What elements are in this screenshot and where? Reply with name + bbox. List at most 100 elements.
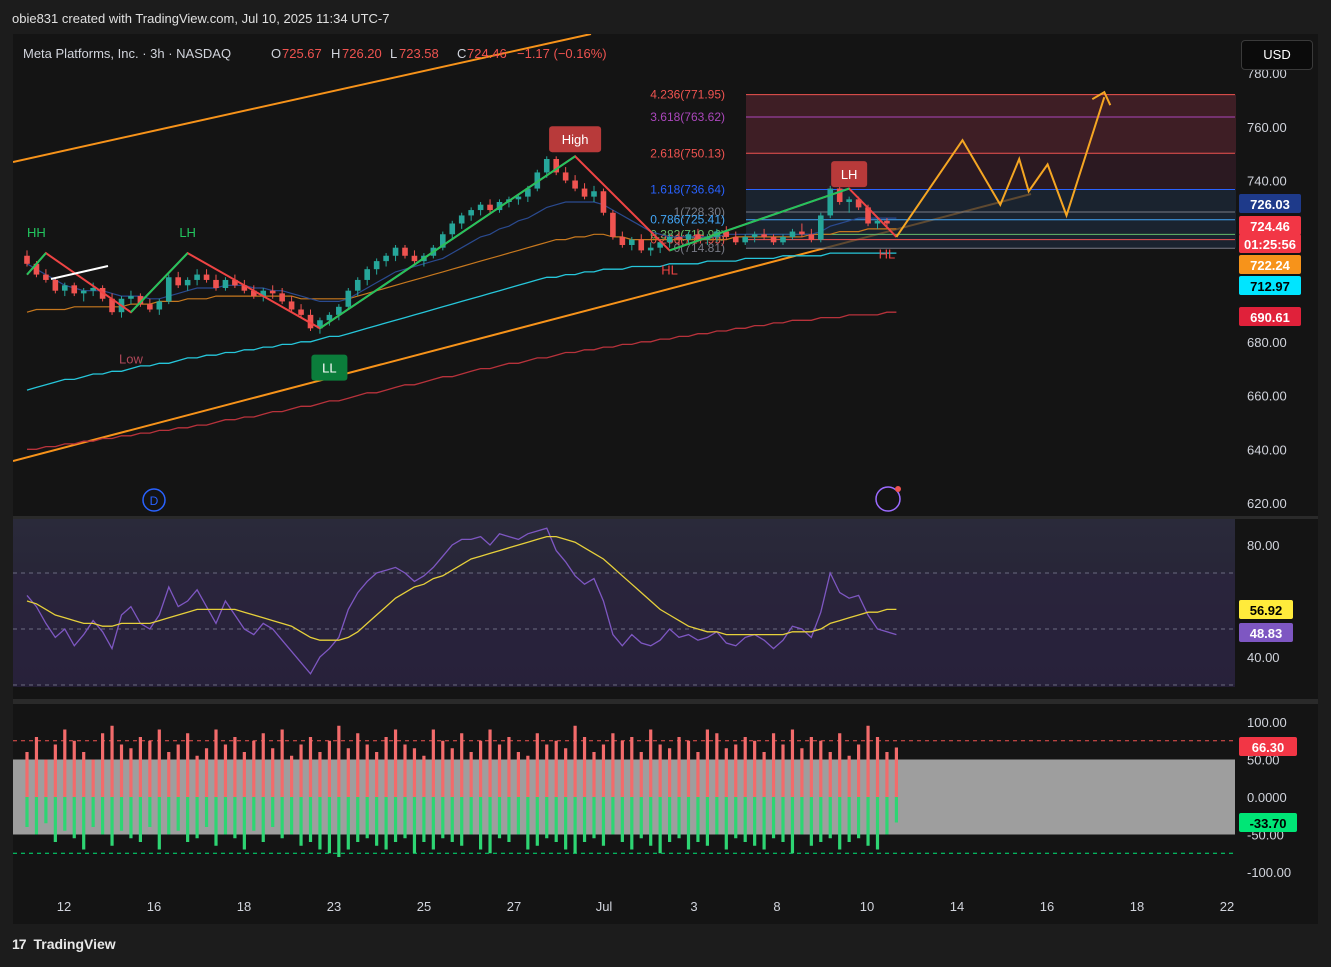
osc-bar-positive (639, 752, 643, 797)
candle-body (71, 285, 78, 294)
osc-bar-positive (44, 759, 48, 797)
osc-bar-positive (101, 733, 105, 797)
legend-c-label: C (457, 46, 466, 61)
time-tick-label: 18 (1130, 899, 1144, 914)
osc-bar-positive (261, 733, 265, 797)
legend: Meta Platforms, Inc. · 3h · NASDAQ O 725… (23, 46, 607, 61)
osc-bar-positive (724, 748, 728, 797)
price-pane[interactable]: 4.236(771.95) 3.618(763.62) 2.618(750.13) 1… (12, 33, 1236, 516)
osc-bar-positive (337, 725, 341, 797)
rsi-pane[interactable] (13, 519, 1235, 687)
candle-body (581, 188, 588, 197)
osc-bar-negative (734, 797, 738, 839)
candle-body (685, 234, 692, 240)
time-tick-label: 10 (860, 899, 874, 914)
osc-bar-positive (582, 737, 587, 797)
osc-bar-positive (564, 748, 568, 797)
osc-bar-positive (422, 755, 426, 797)
osc-bar-positive (356, 733, 360, 797)
osc-bar-positive (157, 729, 161, 797)
candle-body (269, 290, 276, 294)
osc-bar-negative (195, 797, 199, 839)
currency-button[interactable]: USD (1241, 40, 1313, 70)
osc-bar-positive (601, 744, 606, 797)
osc-bar-negative (167, 797, 171, 835)
legend-l-label: L (390, 46, 397, 61)
candle-body (354, 279, 361, 291)
osc-bar-negative (885, 797, 889, 835)
candle-body (175, 277, 181, 286)
osc-bar-negative (875, 797, 880, 850)
candle-body (298, 309, 304, 315)
osc-bar-negative (573, 797, 577, 854)
candle-body (742, 236, 748, 243)
candle-body (818, 215, 824, 240)
osc-bar-positive (412, 748, 417, 797)
osc-bar-positive (866, 725, 870, 797)
rsi-badge-label: 56.92 (1250, 603, 1283, 618)
osc-bar-positive (290, 755, 294, 797)
candle-body (62, 285, 68, 291)
chart-panel[interactable]: 4.236(771.95) 3.618(763.62) 2.618(750.13) 1… (12, 33, 1318, 924)
time-tick-label: 8 (773, 899, 780, 914)
osc-bar-negative (894, 797, 898, 823)
osc-bar-positive (838, 733, 842, 797)
swing-label: Low (119, 351, 143, 366)
price-tick-label: 740.00 (1247, 174, 1287, 189)
price-badge-label: 724.46 (1250, 219, 1290, 234)
osc-bar-positive (176, 744, 180, 797)
osc-bar-negative (403, 797, 407, 839)
candle-body (458, 215, 465, 224)
fib-level-label: 0.786(725.41) (650, 213, 725, 227)
osc-bar-positive (554, 740, 558, 797)
osc-bar-positive (214, 729, 218, 797)
rsi-tick-label: 80.00 (1247, 538, 1280, 553)
osc-bar-negative (252, 797, 256, 831)
osc-bar-positive (91, 759, 95, 797)
price-tick-label: 620.00 (1247, 496, 1287, 511)
osc-bar-negative (857, 797, 861, 839)
candle-body (884, 220, 890, 224)
osc-bar-negative (327, 797, 331, 854)
separator-2 (13, 699, 1318, 704)
candle-body (874, 220, 881, 224)
osc-bar-negative (299, 797, 303, 846)
candle-body (676, 236, 682, 240)
osc-bar-positive (318, 752, 322, 797)
osc-bar-negative (488, 797, 492, 854)
legend-open: 725.67 (282, 46, 322, 61)
osc-bar-positive (308, 737, 313, 797)
candle-body (770, 236, 777, 243)
candle-body (222, 279, 229, 288)
candle-body (373, 261, 380, 270)
osc-bar-negative (762, 797, 766, 850)
osc-bar-negative (431, 797, 435, 850)
price-badge-label: 726.03 (1250, 197, 1290, 212)
candle-body (156, 301, 163, 310)
chart-svg[interactable]: 4.236(771.95) 3.618(763.62) 2.618(750.13) 1… (12, 33, 1318, 924)
osc-bar-negative (866, 797, 870, 846)
osc-bar-positive (592, 752, 596, 797)
osc-bar-negative (743, 797, 747, 842)
osc-bar-negative (724, 797, 728, 850)
osc-bar-negative (592, 797, 596, 839)
osc-bar-positive (743, 737, 747, 797)
osc-bar-negative (91, 797, 95, 827)
osc-bar-negative (223, 797, 228, 835)
osc-bar-positive (299, 744, 303, 797)
osc-bar-negative (847, 797, 851, 842)
candle-body (591, 191, 597, 197)
osc-bar-negative (753, 797, 757, 846)
fib-level-label: 2.618(750.13) (650, 146, 725, 160)
osc-bar-positive (686, 740, 691, 797)
fib-zone-upper (746, 94, 1236, 154)
osc-bar-negative (771, 797, 776, 839)
swing-label: High (562, 132, 589, 147)
candle-body (543, 159, 550, 173)
separator-1 (13, 516, 1318, 519)
footer-brand[interactable]: 17 TradingView (12, 936, 116, 952)
osc-bar-negative (668, 797, 672, 842)
swing-label: LL (322, 361, 336, 376)
osc-badge-label: -33.70 (1250, 816, 1287, 831)
osc-bar-positive (138, 737, 142, 797)
